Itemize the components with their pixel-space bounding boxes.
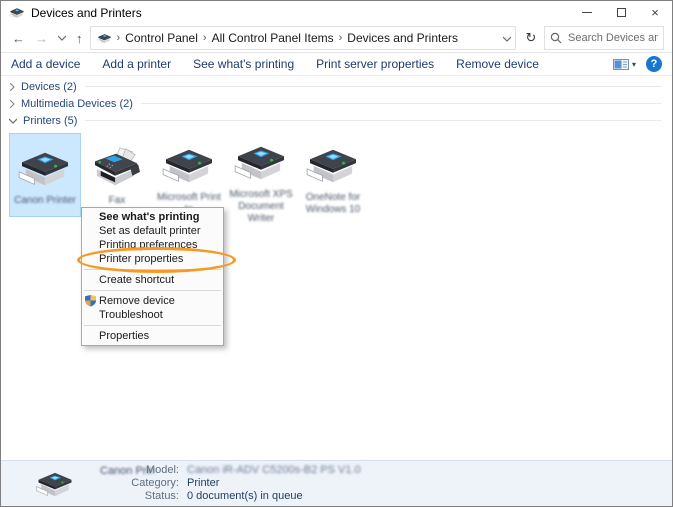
up-icon[interactable]: ↑ xyxy=(71,31,88,46)
devices-and-printers-window: Devices and Printers × ← → ↑ › Control P… xyxy=(0,0,673,507)
group-count: (5) xyxy=(64,115,77,127)
address-dropdown-chevron-icon[interactable] xyxy=(503,29,511,47)
status-label: Status: xyxy=(129,490,179,503)
group-header-devices[interactable]: Devices (2) xyxy=(1,78,672,95)
details-pane: Canon Print... Model: Canon iR-ADV C5200… xyxy=(1,460,672,506)
breadcrumb-devices-and-printers[interactable]: Devices and Printers xyxy=(345,31,460,45)
minimize-button[interactable] xyxy=(570,1,604,24)
add-a-device-button[interactable]: Add a device xyxy=(11,57,80,71)
chevron-down-icon xyxy=(9,118,17,124)
menu-item-see-whats-printing[interactable]: See what's printing xyxy=(82,210,223,224)
see-whats-printing-button[interactable]: See what's printing xyxy=(193,57,294,71)
help-icon[interactable]: ? xyxy=(646,56,662,72)
group-divider xyxy=(85,86,662,87)
add-a-printer-button[interactable]: Add a printer xyxy=(102,57,171,71)
location-printer-icon xyxy=(97,32,112,45)
breadcrumb-separator: › xyxy=(114,32,124,44)
menu-item-create-shortcut[interactable]: Create shortcut xyxy=(82,273,223,287)
menu-item-troubleshoot[interactable]: Troubleshoot xyxy=(82,308,223,322)
group-name: Printers xyxy=(23,115,61,127)
printer-icon xyxy=(16,134,74,192)
menu-item-properties[interactable]: Properties xyxy=(82,329,223,343)
print-server-properties-button[interactable]: Print server properties xyxy=(316,57,434,71)
context-menu: See what's printing Set as default print… xyxy=(81,207,224,346)
printer-icon xyxy=(9,6,25,20)
group-name: Multimedia Devices xyxy=(21,98,116,110)
window-title: Devices and Printers xyxy=(31,6,142,20)
fax-icon xyxy=(88,134,146,192)
remove-device-button[interactable]: Remove device xyxy=(456,57,539,71)
address-field[interactable]: › Control Panel › All Control Panel Item… xyxy=(90,26,517,50)
recent-pages-chevron-icon[interactable] xyxy=(53,35,71,41)
command-toolbar: Add a device Add a printer See what's pr… xyxy=(1,53,672,76)
printer-label: Microsoft XPS xyxy=(229,189,292,200)
group-divider xyxy=(85,120,662,121)
printer-label: Fax xyxy=(109,195,126,206)
status-value: 0 document(s) in queue xyxy=(187,490,361,503)
maximize-button[interactable] xyxy=(604,1,638,24)
breadcrumb-separator: › xyxy=(200,32,210,44)
breadcrumb-control-panel[interactable]: Control Panel xyxy=(123,31,200,45)
printer-icon xyxy=(160,134,218,189)
address-bar: ← → ↑ › Control Panel › All Control Pane… xyxy=(1,24,672,53)
refresh-icon[interactable]: ↻ xyxy=(518,26,544,50)
printer-label-line2: Windows 10 xyxy=(306,204,360,215)
model-value: Canon iR-ADV C5200s-B2 PS V1.0 xyxy=(187,464,361,477)
search-icon xyxy=(550,32,562,44)
category-label: Category: xyxy=(129,477,179,490)
printer-item-onenote[interactable]: OneNote forWindows 10 xyxy=(297,133,369,217)
menu-item-printer-properties[interactable]: Printer properties xyxy=(82,252,223,266)
printer-label: Canon Printer xyxy=(14,195,76,206)
menu-separator xyxy=(84,325,221,326)
printer-item-microsoft-print-to[interactable]: Microsoft Print to xyxy=(153,133,225,217)
printer-label: OneNote for xyxy=(306,192,360,203)
menu-item-printing-preferences[interactable]: Printing preferences xyxy=(82,238,223,252)
menu-separator xyxy=(84,269,221,270)
printer-item-canon[interactable]: Canon Printer xyxy=(9,133,81,217)
chevron-down-icon: ▾ xyxy=(632,60,636,69)
group-divider xyxy=(141,103,662,104)
printer-icon xyxy=(232,134,290,186)
selected-printer-icon xyxy=(35,468,75,506)
printer-item-fax[interactable]: Fax xyxy=(81,133,153,217)
forward-icon[interactable]: → xyxy=(30,31,53,46)
chevron-right-icon xyxy=(9,100,15,108)
menu-item-set-as-default-printer[interactable]: Set as default printer xyxy=(82,224,223,238)
category-value: Printer xyxy=(187,477,361,490)
window-controls: × xyxy=(570,1,672,24)
group-header-printers[interactable]: Printers (5) xyxy=(1,112,672,129)
printer-item-microsoft-xps[interactable]: Microsoft XPSDocument Writer xyxy=(225,133,297,217)
breadcrumb-separator: › xyxy=(336,32,346,44)
group-count: (2) xyxy=(119,98,132,110)
printer-icon xyxy=(304,134,362,189)
search-input[interactable]: Search Devices and Print... xyxy=(544,26,664,50)
title-bar: Devices and Printers × xyxy=(1,1,672,24)
group-count: (2) xyxy=(63,81,76,93)
search-placeholder: Search Devices and Print... xyxy=(568,32,658,44)
change-view-button[interactable]: ▾ xyxy=(613,59,636,70)
menu-separator xyxy=(84,290,221,291)
menu-item-remove-device[interactable]: Remove device xyxy=(82,294,223,308)
close-button[interactable]: × xyxy=(638,1,672,24)
printer-label-line2: Document Writer xyxy=(238,201,284,224)
device-properties: Model: Canon iR-ADV C5200s-B2 PS V1.0 Ca… xyxy=(129,464,361,503)
group-name: Devices xyxy=(21,81,60,93)
chevron-right-icon xyxy=(9,83,15,91)
group-header-multimedia-devices[interactable]: Multimedia Devices (2) xyxy=(1,95,672,112)
back-icon[interactable]: ← xyxy=(7,31,30,46)
breadcrumb-all-control-panel-items[interactable]: All Control Panel Items xyxy=(210,31,336,45)
printers-list: Canon Printer Fax Microsoft Print to Mic… xyxy=(9,133,672,217)
model-label: Model: xyxy=(129,464,179,477)
